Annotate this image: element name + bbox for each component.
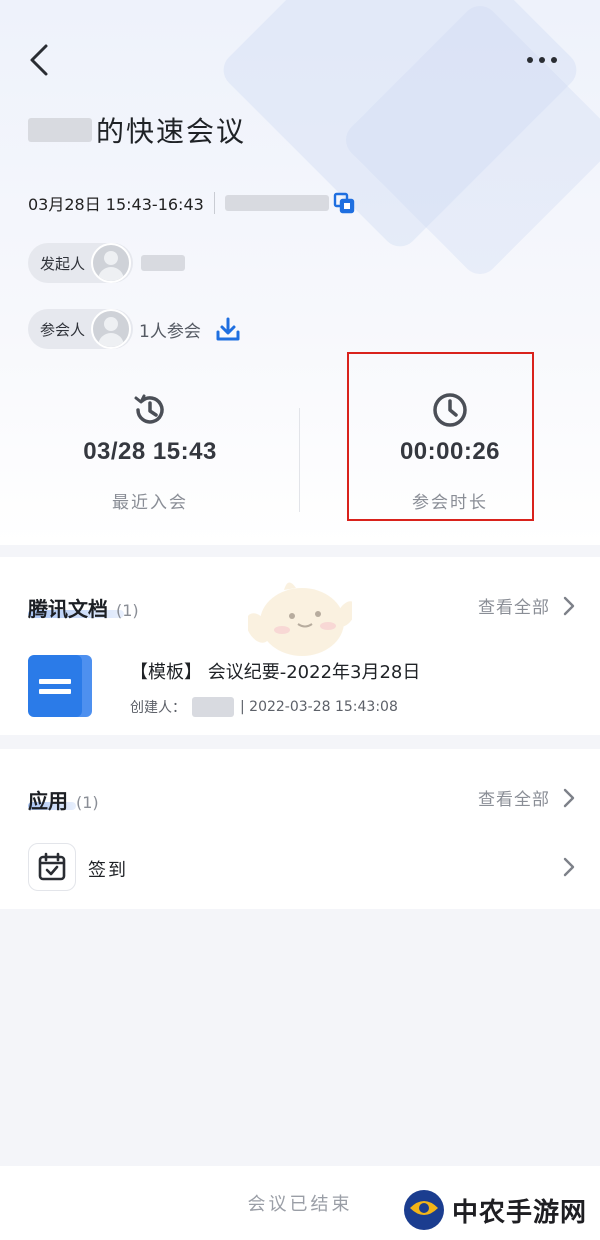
watermark-logo-icon bbox=[404, 1190, 444, 1230]
watermark: 中农手游网 bbox=[402, 1188, 587, 1232]
meeting-title-row: 的快速会议 bbox=[28, 108, 246, 152]
stats-divider bbox=[299, 408, 300, 512]
participants-label: 参会人 bbox=[40, 320, 86, 339]
avatar bbox=[91, 243, 132, 283]
docs-section-title: 腾讯文档 (1) bbox=[28, 593, 139, 622]
check-in-calendar-icon bbox=[38, 852, 66, 881]
doc-created-at: | 2022-03-28 15:43:08 bbox=[240, 699, 398, 715]
view-all-label: 查看全部 bbox=[478, 598, 550, 618]
doc-item-name[interactable]: 【模板】 会议纪要-2022年3月28日 bbox=[130, 658, 420, 684]
history-clock-icon bbox=[134, 394, 164, 424]
participants-row: 参会人 1人参会 bbox=[28, 308, 241, 350]
meeting-time-row: 03月28日 15:43-16:43 bbox=[28, 188, 355, 218]
participants-chip[interactable]: 参会人 bbox=[28, 309, 134, 349]
stat-value: 03/28 15:43 bbox=[83, 438, 217, 465]
docs-count: (1) bbox=[116, 601, 139, 620]
docs-title: 腾讯文档 bbox=[28, 597, 108, 621]
initiator-label: 发起人 bbox=[40, 254, 86, 273]
meeting-title: 的快速会议 bbox=[96, 115, 247, 148]
apps-section-title: 应用 (1) bbox=[28, 785, 99, 814]
app-item-icon-box[interactable] bbox=[28, 843, 76, 891]
download-icon[interactable] bbox=[215, 316, 241, 342]
docs-view-all-button[interactable]: 查看全部 bbox=[478, 593, 576, 618]
more-options-icon[interactable] bbox=[524, 48, 560, 72]
chevron-right-icon bbox=[563, 596, 575, 615]
doc-item-meta: 创建人： | 2022-03-28 15:43:08 bbox=[130, 697, 398, 717]
chevron-right-icon[interactable] bbox=[562, 857, 576, 877]
avatar bbox=[91, 309, 132, 349]
copy-icon[interactable] bbox=[333, 192, 355, 214]
stat-last-join: 03/28 15:43 最近入会 bbox=[0, 352, 300, 542]
apps-view-all-button[interactable]: 查看全部 bbox=[478, 785, 576, 810]
apps-card: 应用 (1) 查看全部 bbox=[0, 749, 600, 909]
chevron-right-icon bbox=[563, 788, 575, 807]
tencent-docs-file-icon bbox=[28, 655, 92, 717]
watermark-text: 中农手游网 bbox=[452, 1197, 588, 1228]
blurred-host-name bbox=[28, 118, 92, 142]
initiator-chip[interactable]: 发起人 bbox=[28, 243, 134, 283]
doc-creator-label: 创建人： bbox=[130, 700, 186, 716]
apps-title: 应用 bbox=[28, 789, 68, 813]
stat-label: 最近入会 bbox=[112, 493, 188, 513]
divider bbox=[213, 192, 215, 214]
apps-count: (1) bbox=[76, 793, 99, 812]
participants-count: 1人参会 bbox=[139, 321, 201, 342]
blurred-meeting-id bbox=[224, 195, 329, 211]
app-item-name[interactable]: 签到 bbox=[88, 856, 128, 882]
highlight-box bbox=[347, 352, 534, 521]
blurred-initiator-name bbox=[141, 255, 186, 271]
initiator-row: 发起人 bbox=[28, 242, 186, 284]
view-all-label: 查看全部 bbox=[478, 790, 550, 810]
back-arrow-icon[interactable] bbox=[26, 42, 56, 78]
mascot-decoration bbox=[248, 582, 352, 656]
meeting-time-range: 03月28日 15:43-16:43 bbox=[28, 195, 204, 214]
blurred-creator-name bbox=[192, 697, 234, 717]
